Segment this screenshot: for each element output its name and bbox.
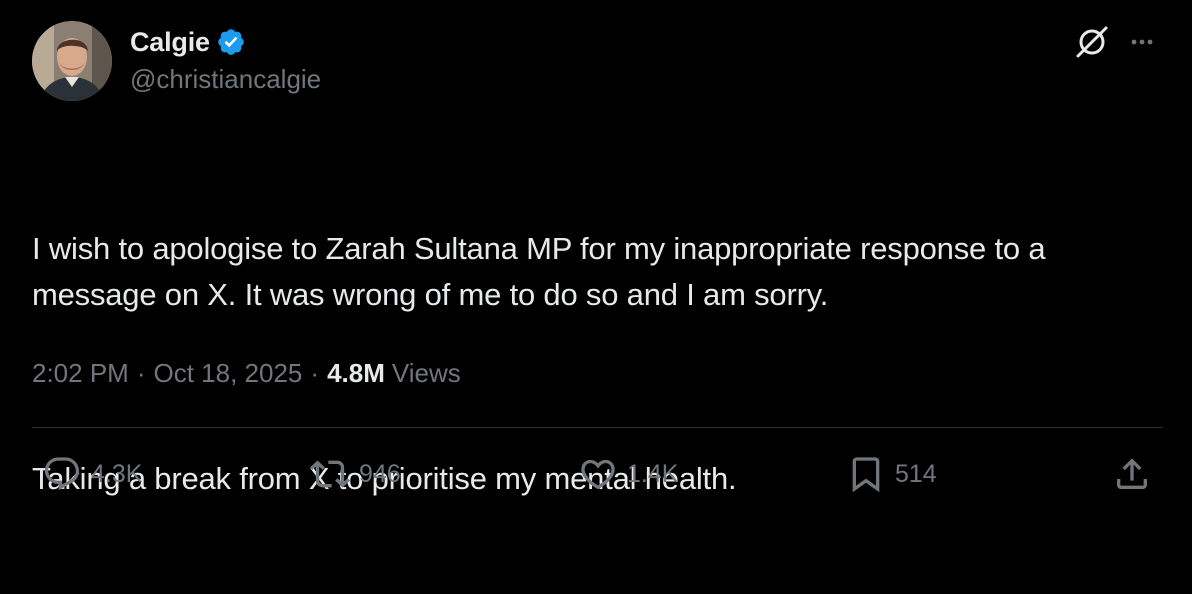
reply-icon <box>44 457 80 491</box>
action-bar: 4.3K 946 1.4K 514 <box>0 448 1192 500</box>
like-icon <box>581 459 615 490</box>
like-button[interactable]: 1.4K <box>578 448 678 500</box>
verified-badge-icon[interactable] <box>216 27 246 57</box>
repost-icon <box>310 460 350 488</box>
grok-icon[interactable] <box>1072 22 1112 62</box>
avatar[interactable] <box>32 21 112 101</box>
meta-separator: · <box>136 358 146 388</box>
repost-button[interactable]: 946 <box>310 448 401 500</box>
share-icon <box>1117 458 1147 489</box>
views-label[interactable]: Views <box>392 358 461 389</box>
display-name[interactable]: Calgie <box>130 27 210 58</box>
views-count[interactable]: 4.8M <box>327 358 385 389</box>
more-icon[interactable] <box>1122 22 1162 62</box>
bookmark-count: 514 <box>895 459 937 488</box>
reply-button[interactable]: 4.3K <box>42 448 142 500</box>
tweet-date[interactable]: Oct 18, 2025 <box>154 358 303 389</box>
bookmark-button[interactable]: 514 <box>846 448 937 500</box>
divider <box>32 427 1163 428</box>
author-name-row: Calgie <box>130 24 246 60</box>
bookmark-icon <box>852 457 880 493</box>
tweet-paragraph: I wish to apologise to Zarah Sultana MP … <box>32 231 1054 312</box>
repost-count: 946 <box>359 459 401 488</box>
tweet-card: Calgie @christiancalgie I wish to apolog… <box>0 0 1192 514</box>
meta-separator: · <box>310 358 320 388</box>
author-handle[interactable]: @christiancalgie <box>130 64 321 95</box>
tweet-time[interactable]: 2:02 PM <box>32 358 129 389</box>
share-button[interactable] <box>1112 448 1152 500</box>
reply-count: 4.3K <box>91 459 143 488</box>
like-count: 1.4K <box>627 459 679 488</box>
tweet-meta: 2:02 PM · Oct 18, 2025 · 4.8M Views <box>32 358 461 389</box>
